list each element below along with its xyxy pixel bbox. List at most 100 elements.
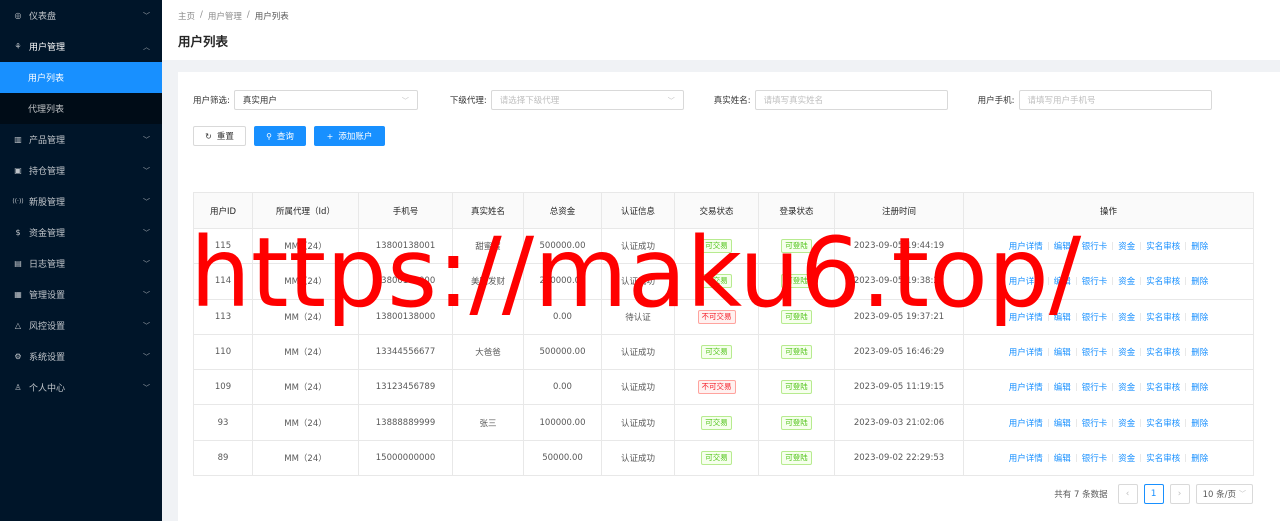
row-action-link[interactable]: 银行卡 bbox=[1082, 240, 1108, 252]
row-action-link[interactable]: 用户详情 bbox=[1009, 381, 1043, 393]
prev-page-button[interactable]: ‹ bbox=[1117, 484, 1138, 504]
sidebar-item[interactable]: ▦ 管理设置 ﹀ bbox=[0, 279, 162, 310]
action-divider bbox=[1075, 383, 1077, 392]
cell-login-status: 可登陆 bbox=[758, 333, 835, 371]
row-action-link[interactable]: 银行卡 bbox=[1082, 452, 1108, 464]
user-filter-select[interactable]: 真实用户 ﹀ bbox=[233, 90, 418, 110]
row-action-link[interactable]: 编辑 bbox=[1054, 311, 1071, 323]
sidebar-item[interactable]: ♙ 个人中心 ﹀ bbox=[0, 372, 162, 403]
sidebar-item[interactable]: ▤ 日志管理 ﹀ bbox=[0, 248, 162, 279]
agent-filter-label: 下级代理: bbox=[449, 96, 487, 106]
row-action-link[interactable]: 用户详情 bbox=[1009, 452, 1043, 464]
row-action-link[interactable]: 编辑 bbox=[1054, 275, 1071, 287]
trade-status-badge: 不可交易 bbox=[697, 380, 736, 395]
cell-funds: 500000.00 bbox=[523, 333, 602, 371]
row-action-link[interactable]: 编辑 bbox=[1054, 381, 1071, 393]
user-filter-group: 用户筛选: 真实用户 ﹀ bbox=[193, 90, 418, 110]
row-action-link[interactable]: 银行卡 bbox=[1082, 346, 1108, 358]
signal-icon: ((·)) bbox=[12, 198, 24, 205]
add-account-button[interactable]: + 添加账户 bbox=[314, 126, 385, 146]
row-action-link[interactable]: 实名审核 bbox=[1146, 381, 1180, 393]
chevron-down-icon: ﹀ bbox=[143, 352, 150, 361]
row-action-link[interactable]: 删除 bbox=[1191, 452, 1208, 464]
sidebar-item[interactable]: △ 风控设置 ﹀ bbox=[0, 310, 162, 341]
breadcrumb-home[interactable]: 主页 bbox=[178, 10, 195, 22]
table-row: 115 MM（24） 13800138001 甜蜜蜜 500000.00 认证成功 可交易 可… bbox=[193, 227, 1254, 265]
row-action-link[interactable]: 删除 bbox=[1191, 240, 1208, 252]
realname-input[interactable]: 请填写真实姓名 bbox=[754, 90, 948, 110]
action-divider bbox=[1112, 453, 1114, 462]
row-action-link[interactable]: 用户详情 bbox=[1009, 346, 1043, 358]
row-action-link[interactable]: 实名审核 bbox=[1146, 346, 1180, 358]
sidebar-item[interactable]: $ 资金管理 ﹀ bbox=[0, 217, 162, 248]
cell-agent: MM（24） bbox=[252, 333, 359, 371]
page-size-select[interactable]: 10 条/页 ﹀ bbox=[1195, 484, 1253, 504]
cell-auth: 认证成功 bbox=[601, 333, 675, 371]
sidebar-item-label: 持仓管理 bbox=[29, 167, 66, 177]
row-action-link[interactable]: 编辑 bbox=[1054, 452, 1071, 464]
breadcrumb-user-manage[interactable]: 用户管理 bbox=[208, 10, 242, 22]
breadcrumb-current: 用户列表 bbox=[254, 12, 289, 22]
row-action-link[interactable]: 编辑 bbox=[1054, 240, 1071, 252]
row-action-link[interactable]: 用户详情 bbox=[1009, 240, 1043, 252]
login-status-badge: 可登陆 bbox=[781, 309, 812, 324]
agent-select[interactable]: 请选择下级代理 ﹀ bbox=[490, 90, 684, 110]
action-divider bbox=[1075, 277, 1077, 286]
row-action-link[interactable]: 资金 bbox=[1118, 275, 1135, 287]
row-action-link[interactable]: 删除 bbox=[1191, 311, 1208, 323]
row-action-link[interactable]: 用户详情 bbox=[1009, 311, 1043, 323]
row-action-link[interactable]: 实名审核 bbox=[1146, 452, 1180, 464]
cell-auth: 认证成功 bbox=[601, 263, 675, 300]
reset-button[interactable]: ↻ 重置 bbox=[193, 126, 246, 146]
row-action-link[interactable]: 删除 bbox=[1191, 346, 1208, 358]
row-action-link[interactable]: 删除 bbox=[1191, 381, 1208, 393]
sidebar-item[interactable]: ⚘ 用户管理 ︿ bbox=[0, 31, 162, 62]
row-action-link[interactable]: 资金 bbox=[1118, 240, 1135, 252]
content-card: 用户筛选: 真实用户 ﹀ 下级代理: 请选择下级代理 ﹀ 真实姓名: 请填写真实… bbox=[178, 72, 1280, 521]
log-icon: ▤ bbox=[14, 259, 22, 268]
page-number-button[interactable]: 1 bbox=[1143, 484, 1164, 504]
row-action-link[interactable]: 资金 bbox=[1118, 452, 1135, 464]
row-action-link[interactable]: 银行卡 bbox=[1082, 275, 1108, 287]
cell-auth: 认证成功 bbox=[601, 404, 675, 441]
row-action-link[interactable]: 实名审核 bbox=[1146, 311, 1180, 323]
row-action-link[interactable]: 银行卡 bbox=[1082, 311, 1108, 323]
row-action-link[interactable]: 资金 bbox=[1118, 417, 1135, 429]
row-action-link[interactable]: 资金 bbox=[1118, 346, 1135, 358]
cell-actions: 用户详情 编辑 银行卡 资金 实名审核 删除 bbox=[963, 333, 1254, 371]
login-status-badge: 可登陆 bbox=[781, 415, 812, 430]
money-icon: $ bbox=[15, 228, 21, 237]
row-action-link[interactable]: 银行卡 bbox=[1082, 417, 1108, 429]
row-action-link[interactable]: 实名审核 bbox=[1146, 275, 1180, 287]
row-action-link[interactable]: 银行卡 bbox=[1082, 381, 1108, 393]
sidebar-subitem[interactable]: 用户列表 bbox=[0, 62, 162, 93]
login-status-badge: 可登陆 bbox=[781, 274, 812, 289]
query-button[interactable]: ⚲ 查询 bbox=[254, 126, 306, 146]
sidebar-item-label: 用户管理 bbox=[29, 43, 66, 53]
sidebar-item[interactable]: ▥ 产品管理 ﹀ bbox=[0, 124, 162, 155]
row-action-link[interactable]: 资金 bbox=[1118, 311, 1135, 323]
row-action-link[interactable]: 实名审核 bbox=[1146, 240, 1180, 252]
row-action-link[interactable]: 删除 bbox=[1191, 417, 1208, 429]
row-action-link[interactable]: 编辑 bbox=[1054, 346, 1071, 358]
sidebar-item[interactable]: ((·)) 新股管理 ﹀ bbox=[0, 186, 162, 217]
row-action-link[interactable]: 实名审核 bbox=[1146, 417, 1180, 429]
next-page-button[interactable]: › bbox=[1169, 484, 1190, 504]
row-action-link[interactable]: 删除 bbox=[1191, 275, 1208, 287]
row-action-link[interactable]: 资金 bbox=[1118, 381, 1135, 393]
sidebar-subitem[interactable]: 代理列表 bbox=[0, 93, 162, 124]
pagination-total: 共有 7 条数据 bbox=[1054, 490, 1108, 500]
cell-funds: 250000.00 bbox=[523, 263, 602, 300]
row-action-link[interactable]: 用户详情 bbox=[1009, 417, 1043, 429]
row-action-link[interactable]: 编辑 bbox=[1054, 417, 1071, 429]
cell-auth: 认证成功 bbox=[601, 369, 675, 406]
agent-select-placeholder: 请选择下级代理 bbox=[499, 96, 560, 106]
sidebar-item[interactable]: ⚙ 系统设置 ﹀ bbox=[0, 341, 162, 372]
sidebar-item[interactable]: ◎ 仪表盘 ﹀ bbox=[0, 0, 162, 31]
login-status-badge: 可登陆 bbox=[781, 239, 812, 254]
phone-input[interactable]: 请填写用户手机号 bbox=[1018, 90, 1212, 110]
row-action-link[interactable]: 用户详情 bbox=[1009, 275, 1043, 287]
sidebar-item[interactable]: ▣ 持仓管理 ﹀ bbox=[0, 155, 162, 186]
sidebar-item-label: 个人中心 bbox=[29, 384, 66, 394]
page-title: 用户列表 bbox=[178, 34, 229, 49]
